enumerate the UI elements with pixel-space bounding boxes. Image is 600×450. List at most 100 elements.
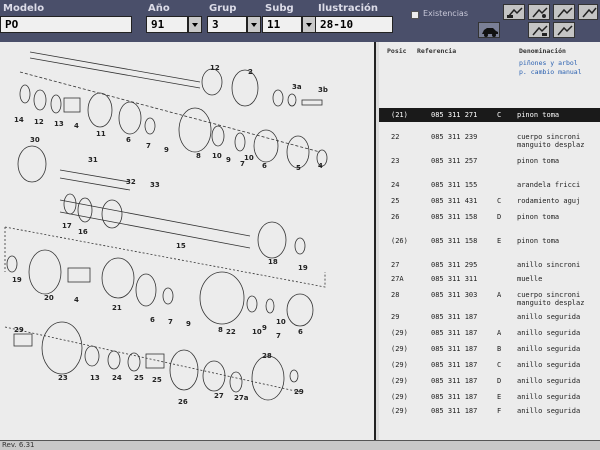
callout-number: 12	[34, 118, 44, 126]
part-description: anillo segurida	[517, 361, 581, 369]
part-reference: 085 311 158	[431, 237, 478, 245]
part-suffix: F	[497, 407, 502, 415]
part-position: (29)	[391, 407, 408, 415]
callout-number: 6	[126, 136, 131, 144]
ilustracion-label: Ilustración	[318, 3, 379, 14]
part-description: pinon toma	[517, 237, 560, 245]
callout-number: 8	[196, 152, 201, 160]
parts-row[interactable]: 27A 085 311 311 muelle	[379, 272, 600, 286]
parts-row[interactable]: (29) 085 311 187 Eanillo segurida	[379, 390, 600, 404]
callout-number: 7	[276, 332, 281, 340]
part-position: (26)	[391, 237, 408, 245]
parts-row[interactable]: 28 085 311 303 Acuerpo sincroni manguito de…	[379, 288, 600, 308]
callout-number: 10	[252, 328, 262, 336]
parts-row[interactable]: (29) 085 311 187 Danillo segurida	[379, 374, 600, 388]
callout-number: 15	[176, 242, 186, 250]
parts-row[interactable]: 25 085 311 431 Crodamiento aguj	[379, 194, 600, 208]
car-parts-icon-4[interactable]	[578, 4, 598, 20]
callout-number: 10	[244, 154, 254, 162]
callout-number: 25	[134, 374, 144, 382]
part-description: anillo segurida	[517, 345, 581, 353]
parts-row[interactable]: 24 085 311 155 arandela fricci	[379, 178, 600, 192]
exploded-drawing[interactable]: 12 2 3a 3b 14 12 13 4 11 6 7 9 8 10 10 9 7 6 5 4 30 31 32 33 17 1…	[0, 42, 376, 440]
part-suffix: B	[497, 345, 502, 353]
part-reference: 085 311 187	[431, 361, 478, 369]
part-reference: 085 311 187	[431, 345, 478, 353]
parts-row[interactable]: 23 085 311 257 pinon toma	[379, 154, 600, 168]
parts-row[interactable]: (26) 085 311 158 Epinon toma	[379, 234, 600, 248]
part-reference: 085 311 187	[431, 329, 478, 337]
parts-row[interactable]: (29) 085 311 187 Canillo segurida	[379, 358, 600, 372]
callout-number: 6	[150, 316, 155, 324]
part-description: anillo segurida	[517, 393, 581, 401]
callout-number: 11	[96, 130, 106, 138]
parts-row[interactable]: 22 085 311 239 cuerpo sincroni manguito des…	[379, 130, 600, 150]
part-description: anillo segurida	[517, 313, 581, 321]
car-parts-icon-6[interactable]	[553, 22, 575, 38]
part-position: (29)	[391, 377, 408, 385]
part-description: anillo segurida	[517, 407, 581, 415]
subg-dropdown-icon[interactable]	[302, 16, 316, 33]
parts-row[interactable]: (29) 085 311 187 Aanillo segurida	[379, 326, 600, 340]
part-position: (29)	[391, 345, 408, 353]
part-description: pinon toma	[517, 111, 560, 119]
existencias-label: Existencias	[423, 9, 468, 18]
modelo-field[interactable]: PO	[0, 16, 132, 33]
part-description: cuerpo sincroni	[517, 133, 581, 141]
subg-field[interactable]: 11	[262, 16, 302, 33]
part-position: 22	[391, 133, 400, 141]
part-suffix: D	[497, 377, 502, 385]
parts-row[interactable]: 26 085 311 158 Dpinon toma	[379, 210, 600, 224]
parts-row[interactable]: (29) 085 311 187 Banillo segurida	[379, 342, 600, 356]
callout-number: 28	[262, 352, 272, 360]
ano-field[interactable]: 91	[146, 16, 188, 33]
part-description: anillo segurida	[517, 377, 581, 385]
existencias-checkbox[interactable]	[411, 11, 419, 19]
part-suffix: E	[497, 237, 502, 245]
car-icon[interactable]	[478, 22, 500, 38]
callout-number: 23	[58, 374, 68, 382]
part-description: cuerpo sincroni	[517, 291, 581, 299]
callout-number: 22	[226, 328, 236, 336]
car-parts-icon-2[interactable]	[528, 4, 550, 20]
callout-number: 6	[262, 162, 267, 170]
part-description: anillo segurida	[517, 329, 581, 337]
part-description: arandela fricci	[517, 181, 581, 189]
callout-number: 3b	[318, 86, 328, 94]
part-description: anillo sincroni	[517, 261, 581, 269]
part-position: 29	[391, 313, 400, 321]
part-reference: 085 311 187	[431, 407, 478, 415]
ilustracion-field[interactable]: 28-10	[315, 16, 393, 33]
parts-row[interactable]: 29 085 311 187 anillo segurida	[379, 310, 600, 324]
callout-number: 24	[112, 374, 122, 382]
car-parts-icon-1[interactable]	[503, 4, 525, 20]
part-reference: 085 311 187	[431, 393, 478, 401]
callout-number: 27	[214, 392, 224, 400]
parts-row[interactable]: 27 085 311 295 anillo sincroni	[379, 258, 600, 272]
status-bar: Rev. 6.31	[0, 440, 600, 450]
grup-field[interactable]: 3	[207, 16, 247, 33]
part-position: 28	[391, 291, 400, 299]
part-reference: 085 311 303	[431, 291, 478, 299]
part-position: (29)	[391, 329, 408, 337]
parts-row[interactable]: (29) 085 311 187 Fanillo segurida	[379, 404, 600, 418]
ano-dropdown-icon[interactable]	[188, 16, 202, 33]
callout-number: 7	[168, 318, 173, 326]
part-description: pinon toma	[517, 213, 560, 221]
callout-number: 30	[30, 136, 40, 144]
part-reference: 085 311 239	[431, 133, 478, 141]
part-reference: 085 311 271	[431, 111, 478, 119]
part-suffix: C	[497, 197, 502, 205]
grup-dropdown-icon[interactable]	[247, 16, 261, 33]
callout-number: 27a	[234, 394, 249, 402]
part-description-line2: manguito desplaz	[517, 141, 585, 149]
car-parts-icon-3[interactable]	[553, 4, 575, 20]
callout-number: 25	[152, 376, 162, 384]
subg-label: Subg	[265, 3, 294, 14]
parts-row[interactable]: (21) 085 311 271 Cpinon toma	[379, 108, 600, 122]
part-position: 27A	[391, 275, 404, 283]
part-position: 26	[391, 213, 400, 221]
callout-number: 9	[164, 146, 169, 154]
part-reference: 085 311 257	[431, 157, 478, 165]
car-parts-icon-5[interactable]	[528, 22, 550, 38]
